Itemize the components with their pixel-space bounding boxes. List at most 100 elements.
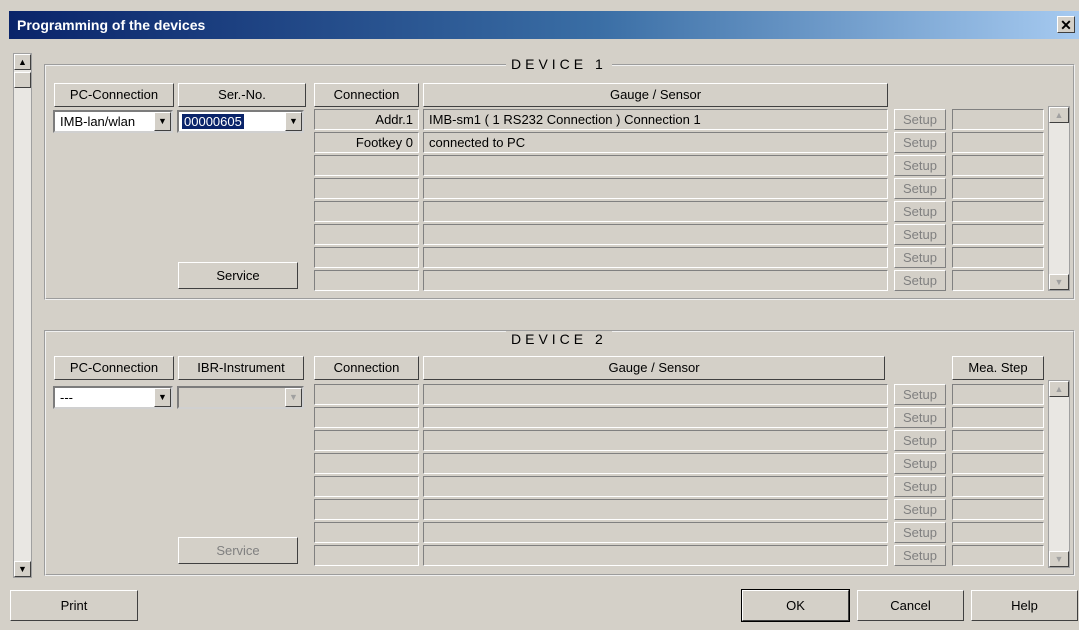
scroll-up-icon[interactable]: ▲ <box>14 54 31 70</box>
window-title: Programming of the devices <box>17 17 206 33</box>
device1-row-8-setup-button: Setup <box>894 270 946 291</box>
device-2-pc-connection-select[interactable]: --- ▼ <box>53 386 173 409</box>
device2-row-5-gauge-sensor[interactable] <box>423 476 888 497</box>
device1-row-5-connection <box>314 201 419 222</box>
device2-row-2-connection <box>314 407 419 428</box>
device-2-header-pc-connection: PC-Connection <box>54 356 174 380</box>
device1-row-3-setup-button: Setup <box>894 155 946 176</box>
device1-row-6-gauge-sensor[interactable] <box>423 224 888 245</box>
device2-row-3-gauge-sensor[interactable] <box>423 430 888 451</box>
device2-row-4-gauge-sensor[interactable] <box>423 453 888 474</box>
device2-row-6-connection <box>314 499 419 520</box>
device2-row-4-connection <box>314 453 419 474</box>
device1-row-4-gauge-sensor[interactable] <box>423 178 888 199</box>
print-button[interactable]: Print <box>10 590 138 621</box>
device1-row-2-connection: Footkey 0 <box>314 132 419 153</box>
device-1-scrollbar[interactable]: ▲ ▼ <box>1048 106 1070 291</box>
device-2-ibr-instrument-select[interactable]: ▼ <box>177 386 304 409</box>
device-1-header-pc-connection: PC-Connection <box>54 83 174 107</box>
scroll-down-icon[interactable]: ▼ <box>14 561 31 577</box>
device-1-header-ser-no: Ser.-No. <box>178 83 306 107</box>
scroll-up-icon[interactable]: ▲ <box>1049 107 1069 123</box>
device1-row-5-setup-button: Setup <box>894 201 946 222</box>
ok-button[interactable]: OK <box>741 589 850 622</box>
device-2-service-button: Service <box>178 537 298 564</box>
device2-row-3-setup-button: Setup <box>894 430 946 451</box>
device1-row-5-value <box>952 201 1044 222</box>
page-scrollbar[interactable]: ▲ ▼ <box>13 53 32 578</box>
close-icon[interactable]: ✕ <box>1057 16 1075 33</box>
device2-row-5-connection <box>314 476 419 497</box>
scroll-down-icon[interactable]: ▼ <box>1049 551 1069 567</box>
device2-row-3-connection <box>314 430 419 451</box>
device1-row-2-setup-button: Setup <box>894 132 946 153</box>
device-2-header-connection: Connection <box>314 356 419 380</box>
device2-row-4-value <box>952 453 1044 474</box>
device1-row-1-setup-button: Setup <box>894 109 946 130</box>
chevron-down-icon[interactable]: ▼ <box>285 112 302 131</box>
title-bar: Programming of the devices ✕ <box>9 11 1079 39</box>
device1-row-5-gauge-sensor[interactable] <box>423 201 888 222</box>
device2-row-7-connection <box>314 522 419 543</box>
device1-row-8-gauge-sensor[interactable] <box>423 270 888 291</box>
device-2-scrollbar[interactable]: ▲ ▼ <box>1048 380 1070 568</box>
device2-row-6-setup-button: Setup <box>894 499 946 520</box>
device1-row-3-gauge-sensor[interactable] <box>423 155 888 176</box>
device-2-title: DEVICE 2 <box>506 331 612 347</box>
device1-row-6-value <box>952 224 1044 245</box>
scroll-thumb[interactable] <box>14 72 31 88</box>
device2-row-8-setup-button: Setup <box>894 545 946 566</box>
device-1-ser-no-select[interactable]: 00000605 ▼ <box>177 110 304 133</box>
device2-row-3-value <box>952 430 1044 451</box>
device1-row-2-value <box>952 132 1044 153</box>
device-2-pc-connection-value: --- <box>60 390 73 405</box>
device1-row-4-value <box>952 178 1044 199</box>
device2-row-8-value <box>952 545 1044 566</box>
device2-row-7-gauge-sensor[interactable] <box>423 522 888 543</box>
device2-row-6-gauge-sensor[interactable] <box>423 499 888 520</box>
device2-row-5-value <box>952 476 1044 497</box>
device1-row-3-connection <box>314 155 419 176</box>
device2-row-2-value <box>952 407 1044 428</box>
chevron-down-icon[interactable]: ▼ <box>154 112 171 131</box>
device-1-service-button[interactable]: Service <box>178 262 298 289</box>
device-1-header-gauge-sensor: Gauge / Sensor <box>423 83 888 107</box>
device-2-header-mea-step: Mea. Step <box>952 356 1044 380</box>
device1-row-2-gauge-sensor[interactable]: connected to PC <box>423 132 888 153</box>
device-1-pc-connection-select[interactable]: IMB-lan/wlan ▼ <box>53 110 173 133</box>
device2-row-1-value <box>952 384 1044 405</box>
device2-row-6-value <box>952 499 1044 520</box>
device1-row-6-setup-button: Setup <box>894 224 946 245</box>
device2-row-1-gauge-sensor[interactable] <box>423 384 888 405</box>
device2-row-5-setup-button: Setup <box>894 476 946 497</box>
device2-row-4-setup-button: Setup <box>894 453 946 474</box>
device2-row-8-gauge-sensor[interactable] <box>423 545 888 566</box>
scroll-down-icon[interactable]: ▼ <box>1049 274 1069 290</box>
scroll-up-icon[interactable]: ▲ <box>1049 381 1069 397</box>
device1-row-1-value <box>952 109 1044 130</box>
device1-row-3-value <box>952 155 1044 176</box>
help-button[interactable]: Help <box>971 590 1078 621</box>
device1-row-8-connection <box>314 270 419 291</box>
device-2-header-gauge-sensor: Gauge / Sensor <box>423 356 885 380</box>
device2-row-2-setup-button: Setup <box>894 407 946 428</box>
device-1-title: DEVICE 1 <box>506 56 612 72</box>
chevron-down-icon: ▼ <box>285 388 302 407</box>
device1-row-7-value <box>952 247 1044 268</box>
device2-row-8-connection <box>314 545 419 566</box>
device1-row-7-connection <box>314 247 419 268</box>
device1-row-7-gauge-sensor[interactable] <box>423 247 888 268</box>
device1-row-1-gauge-sensor[interactable]: IMB-sm1 ( 1 RS232 Connection ) Connectio… <box>423 109 888 130</box>
device1-row-7-setup-button: Setup <box>894 247 946 268</box>
device2-row-7-value <box>952 522 1044 543</box>
cancel-button[interactable]: Cancel <box>857 590 964 621</box>
device2-row-7-setup-button: Setup <box>894 522 946 543</box>
device2-row-1-connection <box>314 384 419 405</box>
device-1-header-connection: Connection <box>314 83 419 107</box>
chevron-down-icon[interactable]: ▼ <box>154 388 171 407</box>
device-1-pc-connection-value: IMB-lan/wlan <box>60 114 136 129</box>
device2-row-1-setup-button: Setup <box>894 384 946 405</box>
device1-row-8-value <box>952 270 1044 291</box>
device2-row-2-gauge-sensor[interactable] <box>423 407 888 428</box>
device1-row-4-setup-button: Setup <box>894 178 946 199</box>
